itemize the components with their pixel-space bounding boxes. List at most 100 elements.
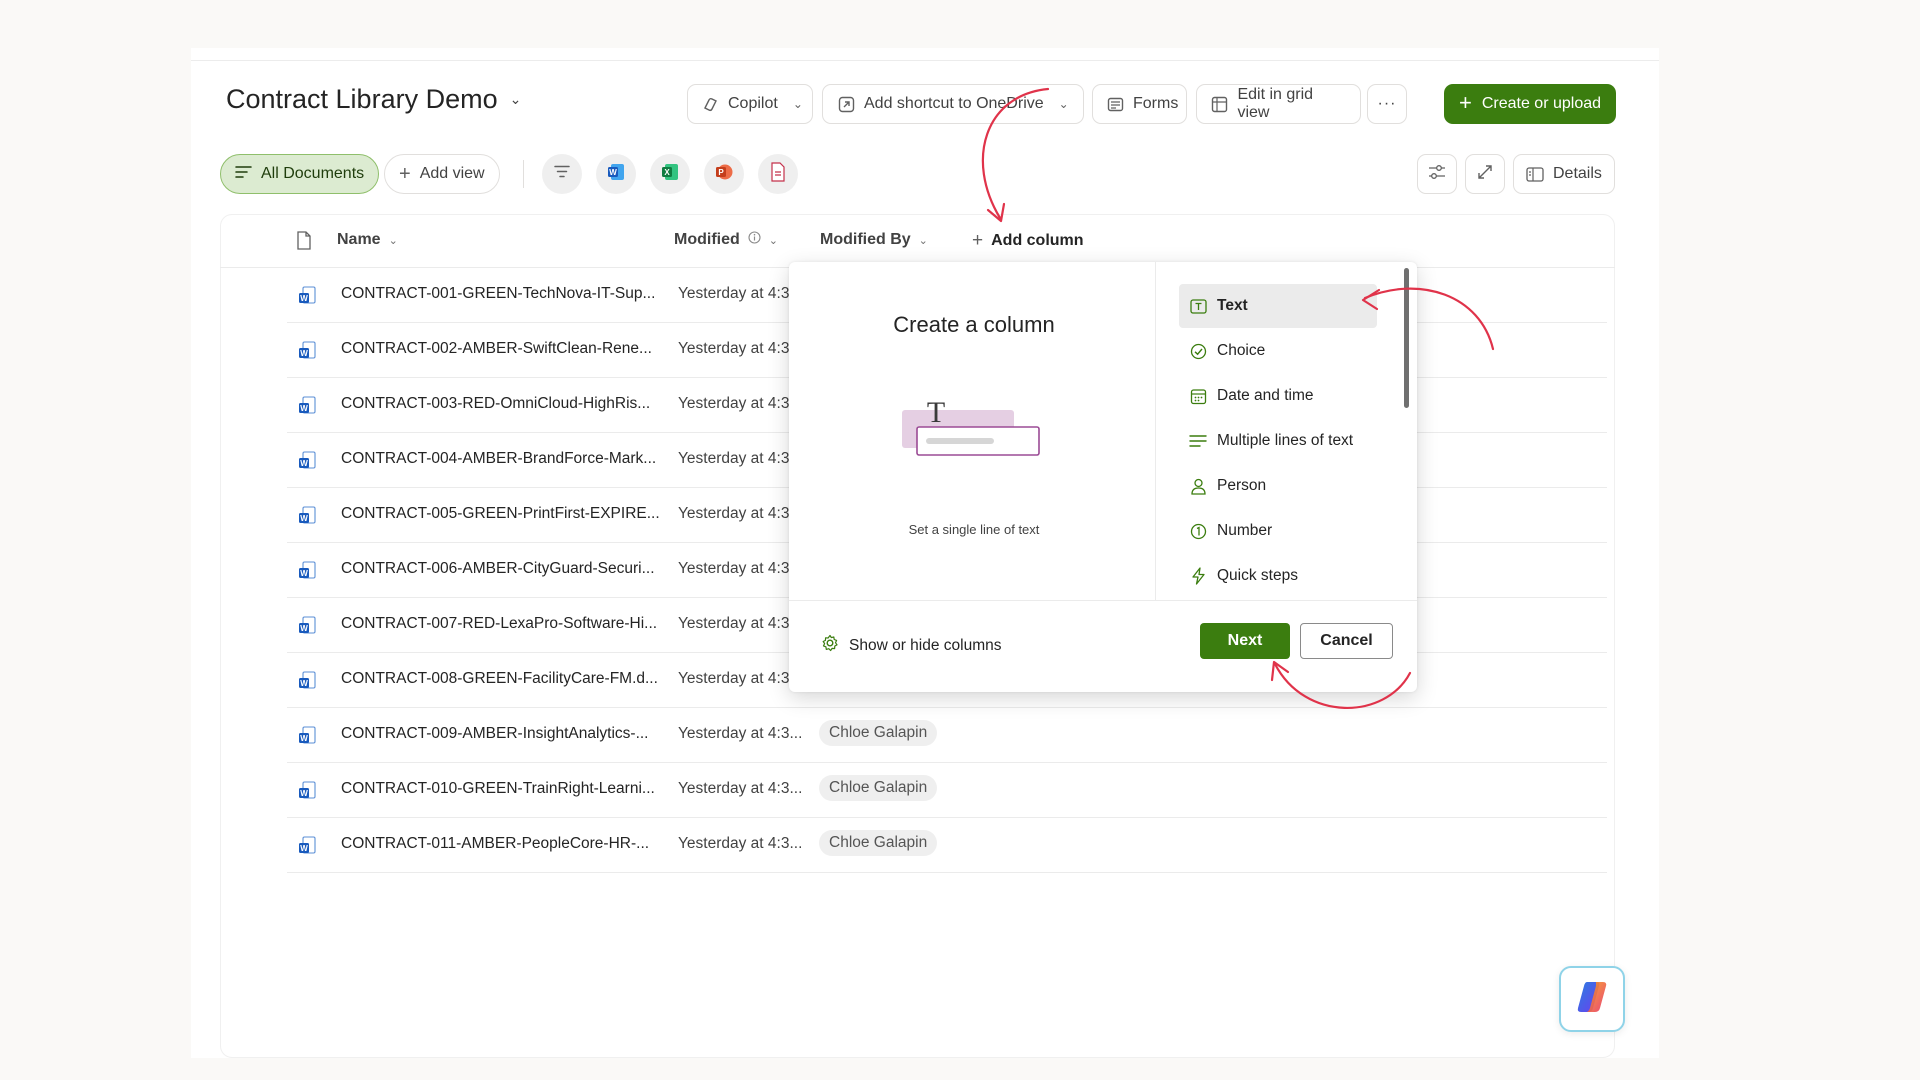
cancel-button[interactable]: Cancel [1300, 623, 1393, 659]
column-type-choice[interactable]: Choice [1179, 329, 1377, 373]
expand-icon [1477, 164, 1493, 185]
add-view-label: Add view [419, 165, 485, 182]
word-filter-button[interactable]: W [596, 154, 636, 194]
more-options-button[interactable]: ··· [1367, 84, 1407, 124]
library-title[interactable]: Contract Library Demo ⌄ [226, 84, 521, 115]
column-type-lightning[interactable]: Quick steps [1179, 554, 1377, 598]
info-icon [748, 231, 761, 249]
show-hide-columns-button[interactable]: Show or hide columns [821, 634, 1002, 657]
toolbar-separator [523, 160, 524, 188]
create-column-dialog: Create a column T Set a single line of t… [789, 262, 1417, 692]
add-column-button[interactable]: + Add column [972, 231, 1084, 250]
word-document-icon: W [297, 781, 317, 801]
modified-by-person[interactable]: Chloe Galapin [819, 830, 938, 856]
copilot-icon [702, 95, 719, 113]
svg-text:W: W [300, 789, 308, 798]
file-name-link[interactable]: CONTRACT-004-AMBER-BrandForce-Mark... [341, 450, 656, 468]
dialog-footer-divider [789, 600, 1417, 601]
file-name-link[interactable]: CONTRACT-003-RED-OmniCloud-HighRis... [341, 395, 650, 413]
modified-by-person[interactable]: Chloe Galapin [819, 775, 938, 801]
copilot-fab-button[interactable] [1559, 966, 1625, 1032]
edit-grid-button[interactable]: Edit in grid view [1196, 84, 1361, 124]
modified-column-header[interactable]: Modified ⌄ [674, 231, 778, 249]
column-type-label: Number [1217, 522, 1273, 539]
svg-text:W: W [300, 404, 308, 413]
file-name-link[interactable]: CONTRACT-005-GREEN-PrintFirst-EXPIRE... [341, 505, 660, 523]
forms-button[interactable]: Forms [1092, 84, 1187, 124]
svg-text:W: W [300, 349, 308, 358]
excel-icon: X [660, 162, 680, 187]
word-document-icon: W [297, 451, 317, 471]
svg-text:P: P [718, 168, 724, 177]
modified-header-label: Modified [674, 231, 740, 248]
type-list-scrollbar[interactable] [1404, 268, 1409, 408]
person-icon [1189, 477, 1207, 495]
file-name-link[interactable]: CONTRACT-009-AMBER-InsightAnalytics-... [341, 725, 649, 743]
powerpoint-filter-button[interactable]: P [704, 154, 744, 194]
column-type-number[interactable]: Number [1179, 509, 1377, 553]
lightning-icon [1189, 567, 1207, 585]
copilot-label: Copilot [728, 95, 778, 112]
list-view-icon [235, 165, 252, 184]
file-name-link[interactable]: CONTRACT-011-AMBER-PeopleCore-HR-... [341, 835, 649, 853]
chevron-down-icon: ⌄ [918, 234, 928, 247]
filter-icon [554, 165, 570, 183]
details-button[interactable]: Details [1513, 154, 1615, 194]
file-name-link[interactable]: CONTRACT-006-AMBER-CityGuard-Securi... [341, 560, 655, 578]
pdf-icon [770, 161, 786, 187]
details-pane-icon [1526, 165, 1544, 183]
table-row[interactable]: W CONTRACT-010-GREEN-TrainRight-Learni...… [287, 763, 1607, 818]
details-label: Details [1553, 165, 1602, 182]
file-name-link[interactable]: CONTRACT-001-GREEN-TechNova-IT-Sup... [341, 285, 655, 303]
svg-text:W: W [300, 679, 308, 688]
table-row[interactable]: W CONTRACT-009-AMBER-InsightAnalytics-...… [287, 708, 1607, 763]
column-type-label: Multiple lines of text [1217, 432, 1354, 449]
view-all-documents[interactable]: All Documents [220, 154, 380, 194]
create-upload-button[interactable]: + Create or upload [1444, 84, 1616, 124]
word-document-icon: W [297, 671, 317, 691]
file-name-link[interactable]: CONTRACT-007-RED-LexaPro-Software-Hi... [341, 615, 657, 633]
svg-text:W: W [300, 624, 308, 633]
copilot-button[interactable]: Copilot ⌄ [687, 84, 813, 124]
modified-date: Yesterday at 4:3... [678, 670, 803, 687]
column-type-label: Text [1217, 297, 1248, 314]
next-button[interactable]: Next [1200, 623, 1290, 659]
view-options-button[interactable] [1417, 154, 1457, 194]
word-document-icon: W [297, 561, 317, 581]
number-icon [1189, 522, 1207, 540]
modified-date: Yesterday at 4:3... [678, 560, 803, 577]
svg-text:W: W [300, 844, 308, 853]
file-name-link[interactable]: CONTRACT-002-AMBER-SwiftClean-Rene... [341, 340, 652, 358]
column-type-label: Quick steps [1217, 567, 1298, 584]
word-icon: W [606, 162, 626, 187]
calendar-icon [1189, 387, 1207, 405]
chevron-down-icon: ⌄ [792, 97, 803, 111]
more-icon: ··· [1377, 95, 1397, 112]
name-column-header[interactable]: Name ⌄ [337, 231, 398, 249]
table-row[interactable]: W CONTRACT-011-AMBER-PeopleCore-HR-... Yes… [287, 818, 1607, 873]
forms-label: Forms [1133, 95, 1179, 112]
file-name-link[interactable]: CONTRACT-010-GREEN-TrainRight-Learni... [341, 780, 655, 798]
modified-by-person[interactable]: Chloe Galapin [819, 720, 938, 746]
modified-by-column-header[interactable]: Modified By ⌄ [820, 231, 928, 249]
document-icon [296, 231, 312, 255]
file-type-header[interactable] [296, 231, 312, 255]
svg-text:T: T [927, 396, 945, 429]
column-type-person[interactable]: Person [1179, 464, 1377, 508]
column-type-lines[interactable]: Multiple lines of text [1179, 419, 1377, 463]
file-name-link[interactable]: CONTRACT-008-GREEN-FacilityCare-FM.d... [341, 670, 658, 688]
modified-date: Yesterday at 4:3... [678, 505, 803, 522]
modified-date: Yesterday at 4:3... [678, 615, 803, 632]
column-type-label: Choice [1217, 342, 1266, 359]
add-view-button[interactable]: + Add view [384, 154, 500, 194]
filter-button[interactable] [542, 154, 582, 194]
column-type-calendar[interactable]: Date and time [1179, 374, 1377, 418]
column-type-text[interactable]: Text [1179, 284, 1377, 328]
dialog-title: Create a column [893, 312, 1055, 337]
expand-button[interactable] [1465, 154, 1505, 194]
pdf-filter-button[interactable] [758, 154, 798, 194]
excel-filter-button[interactable]: X [650, 154, 690, 194]
modified-date: Yesterday at 4:3... [678, 450, 803, 467]
add-shortcut-button[interactable]: Add shortcut to OneDrive ⌄ [822, 84, 1084, 124]
powerpoint-icon: P [714, 162, 734, 187]
